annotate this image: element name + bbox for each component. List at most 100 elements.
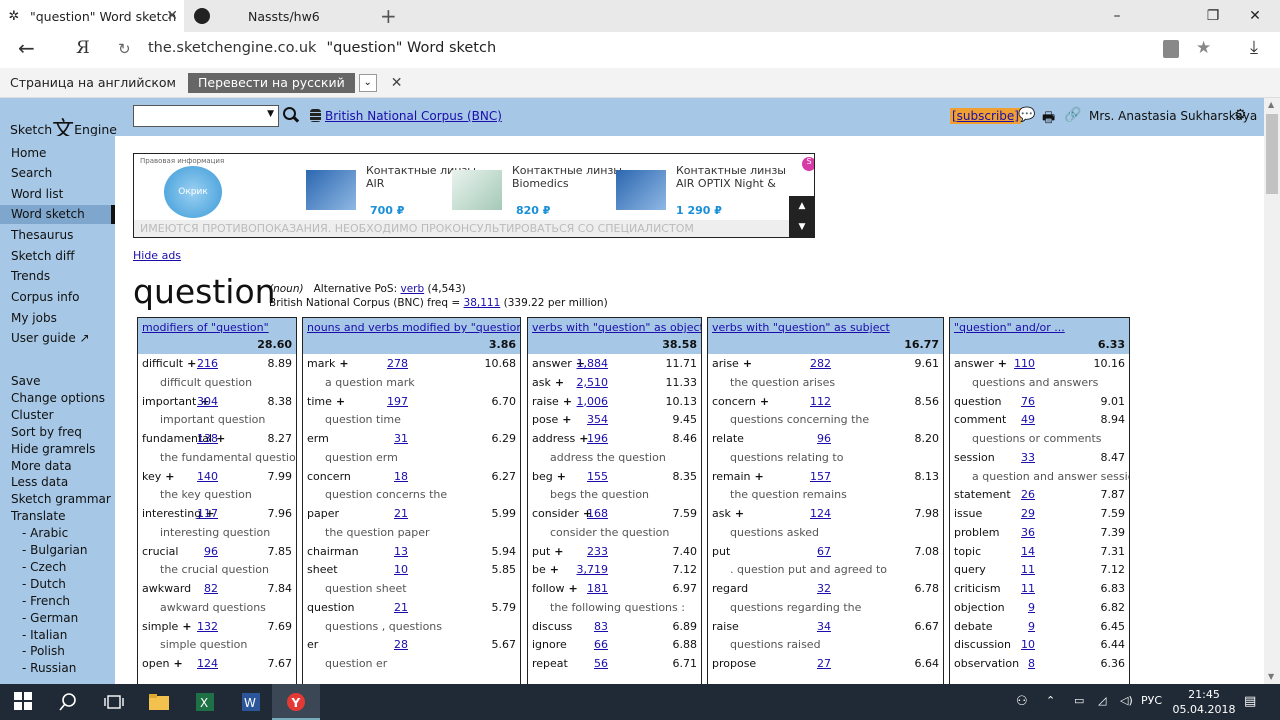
url-field[interactable]: the.sketchengine.co.uk "question" Word sk… — [148, 40, 496, 56]
ad-product[interactable]: Контактные линзы AIR OPTIX Night & 1 290… — [616, 162, 786, 220]
excel-icon[interactable]: X — [194, 692, 214, 712]
battery-icon[interactable]: ▭ — [1074, 694, 1084, 707]
collocate-frequency-link[interactable]: 282 — [791, 357, 831, 370]
sidebar-lang-russian[interactable]: - Russian — [22, 661, 76, 675]
collocation-example[interactable]: the question remains — [730, 488, 847, 501]
collocate-frequency-link[interactable]: 354 — [568, 413, 608, 426]
ad-product[interactable]: Контактные линзы Biomedics 820 ₽ — [452, 162, 622, 220]
sidebar-action-save[interactable]: Save — [11, 374, 40, 388]
example-row[interactable]: the key question — [138, 485, 296, 504]
sidebar-lang-dutch[interactable]: - Dutch — [22, 577, 66, 591]
search-dropdown-icon[interactable]: ▼ — [267, 109, 274, 119]
collocate-frequency-link[interactable]: 3,719 — [568, 563, 609, 576]
collocate-frequency-link[interactable]: 18 — [368, 470, 408, 483]
sidebar-item-search[interactable]: Search — [11, 166, 52, 180]
collocation-example[interactable]: the crucial question — [160, 563, 269, 576]
collocate-frequency-link[interactable]: 67 — [791, 545, 831, 558]
example-row[interactable]: questions , questions — [303, 617, 520, 636]
collocation-example[interactable]: questions regarding the — [730, 601, 861, 614]
collocate-frequency-link[interactable]: 31 — [368, 432, 408, 445]
tab-github[interactable]: Nassts/hw6 — [186, 0, 366, 32]
collocation-example[interactable]: . question put and agreed to — [730, 563, 887, 576]
notifications-icon[interactable]: ▤ — [1244, 694, 1256, 709]
download-icon[interactable]: ⤓ — [1250, 37, 1258, 58]
tab-close-icon[interactable]: ✕ — [166, 8, 178, 24]
collocate-frequency-link[interactable]: 26 — [995, 488, 1035, 501]
collocate-frequency-link[interactable]: 66 — [568, 638, 608, 651]
gramrel-title[interactable]: modifiers of "question" — [142, 321, 269, 334]
example-row[interactable]: question er — [303, 654, 520, 673]
input-language[interactable]: РУС — [1141, 694, 1162, 707]
collocate-frequency-link[interactable]: 36 — [995, 526, 1035, 539]
gramrel-title[interactable]: nouns and verbs modified by "question" — [307, 321, 520, 334]
ad-down-icon[interactable]: ▼ — [789, 217, 814, 237]
sidebar-item-user-guide[interactable]: User guide ↗ — [11, 331, 90, 345]
ad-badge-icon[interactable]: S — [802, 157, 814, 171]
collocate-frequency-link[interactable]: 278 — [368, 357, 408, 370]
collocate-frequency-link[interactable]: 8 — [995, 657, 1035, 670]
collocate-frequency-link[interactable]: 233 — [568, 545, 608, 558]
example-row[interactable]: a question mark — [303, 373, 520, 392]
example-row[interactable]: difficult question — [138, 373, 296, 392]
sidebar-item-trends[interactable]: Trends — [11, 269, 50, 283]
new-tab-button[interactable]: + — [380, 4, 397, 28]
collocation-example[interactable]: the fundamental question — [160, 451, 296, 464]
collocation-example[interactable]: begs the question — [550, 488, 649, 501]
collocation-example[interactable]: question sheet — [325, 582, 407, 595]
sidebar-item-sketch-diff[interactable]: Sketch diff — [11, 249, 74, 263]
example-row[interactable]: interesting question — [138, 523, 296, 542]
translate-close-icon[interactable]: ✕ — [391, 75, 403, 91]
collocation-example[interactable]: consider the question — [550, 526, 669, 539]
example-row[interactable]: awkward questions — [138, 598, 296, 617]
collocation-example[interactable]: questions , questions — [325, 620, 442, 633]
collocate-frequency-link[interactable]: 117 — [178, 507, 218, 520]
example-row[interactable]: begs the question — [528, 485, 701, 504]
example-row[interactable]: questions asked — [708, 523, 943, 542]
expand-plus-icon[interactable]: + — [555, 376, 564, 389]
sidebar-lang-arabic[interactable]: - Arabic — [22, 526, 68, 540]
collocation-example[interactable]: interesting question — [160, 526, 270, 539]
collocate-frequency-link[interactable]: 1,006 — [568, 395, 609, 408]
collocate-frequency-link[interactable]: 197 — [368, 395, 408, 408]
collocation-example[interactable]: difficult question — [160, 376, 252, 389]
ad-banner[interactable]: Правовая информация Окрик Контактные лин… — [133, 153, 815, 238]
tab-word-sketch[interactable]: ✲ "question" Word sketch ✕ — [0, 0, 184, 32]
sidebar-lang-bulgarian[interactable]: - Bulgarian — [22, 543, 88, 557]
sidebar-item-corpus-info[interactable]: Corpus info — [11, 290, 79, 304]
collocate-frequency-link[interactable]: 196 — [568, 432, 608, 445]
collocation-example[interactable]: questions relating to — [730, 451, 843, 464]
gramrel-title[interactable]: "question" and/or ... — [954, 321, 1065, 334]
people-icon[interactable]: ⚇ — [1016, 694, 1028, 709]
network-icon[interactable]: ◿ — [1098, 694, 1106, 707]
collocation-example[interactable]: questions concerning the — [730, 413, 869, 426]
collocate-frequency-link[interactable]: 83 — [568, 620, 608, 633]
collocate-frequency-link[interactable]: 96 — [178, 545, 218, 558]
example-row[interactable]: question erm — [303, 448, 520, 467]
sidebar-action-hide-gramrels[interactable]: Hide gramrels — [11, 442, 95, 456]
sidebar-lang-italian[interactable]: - Italian — [22, 628, 67, 642]
collocate-frequency-link[interactable]: 76 — [995, 395, 1035, 408]
collocate-frequency-link[interactable]: 29 — [995, 507, 1035, 520]
scroll-down-icon[interactable]: ▼ — [1268, 672, 1274, 681]
collocation-example[interactable]: address the question — [550, 451, 666, 464]
yandex-browser-taskbar-button[interactable]: Y — [272, 684, 320, 720]
sidebar-action-less-data[interactable]: Less data — [11, 475, 68, 489]
sidebar-lang-french[interactable]: - French — [22, 594, 70, 608]
example-row[interactable]: question concerns the — [303, 485, 520, 504]
collocate-frequency-link[interactable]: 110 — [995, 357, 1035, 370]
print-icon[interactable]: 🖶 — [1042, 107, 1055, 131]
example-row[interactable]: a question and answer session — [950, 467, 1129, 486]
collocation-example[interactable]: question erm — [325, 451, 398, 464]
example-row[interactable]: important question — [138, 410, 296, 429]
example-row[interactable]: the fundamental question — [138, 448, 296, 467]
example-row[interactable]: questions and answers — [950, 373, 1129, 392]
collocate-frequency-link[interactable]: 28 — [368, 638, 408, 651]
expand-plus-icon[interactable]: + — [336, 395, 345, 408]
example-row[interactable]: questions relating to — [708, 448, 943, 467]
collocation-example[interactable]: questions asked — [730, 526, 819, 539]
collocation-example[interactable]: the question arises — [730, 376, 835, 389]
collocate-frequency-link[interactable]: 27 — [791, 657, 831, 670]
collocate-frequency-link[interactable]: 10 — [995, 638, 1035, 651]
collocate-frequency-link[interactable]: 21 — [368, 507, 408, 520]
collocate-frequency-link[interactable]: 34 — [791, 620, 831, 633]
